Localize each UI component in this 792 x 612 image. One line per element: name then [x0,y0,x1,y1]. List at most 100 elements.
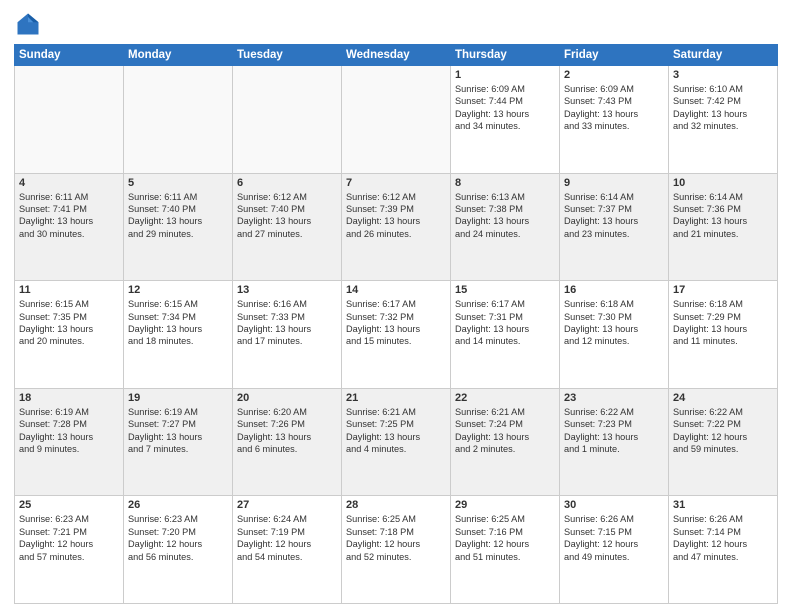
calendar-day-cell: 8 Sunrise: 6:13 AM Sunset: 7:38 PM Daylig… [451,173,560,281]
day-detail: Sunrise: 6:26 AM Sunset: 7:15 PM Dayligh… [564,513,664,563]
calendar-day-cell: 9 Sunrise: 6:14 AM Sunset: 7:37 PM Daylig… [560,173,669,281]
day-detail: Sunrise: 6:26 AM Sunset: 7:14 PM Dayligh… [673,513,773,563]
calendar-day-cell: 29 Sunrise: 6:25 AM Sunset: 7:16 PM Dayli… [451,496,560,604]
day-number: 18 [19,392,119,404]
day-detail: Sunrise: 6:20 AM Sunset: 7:26 PM Dayligh… [237,406,337,456]
day-number: 31 [673,499,773,511]
day-number: 14 [346,284,446,296]
day-detail: Sunrise: 6:17 AM Sunset: 7:32 PM Dayligh… [346,298,446,348]
calendar-day-cell: 25 Sunrise: 6:23 AM Sunset: 7:21 PM Dayli… [15,496,124,604]
day-number: 7 [346,177,446,189]
day-number: 24 [673,392,773,404]
day-number: 30 [564,499,664,511]
day-number: 4 [19,177,119,189]
day-detail: Sunrise: 6:11 AM Sunset: 7:41 PM Dayligh… [19,191,119,241]
day-detail: Sunrise: 6:17 AM Sunset: 7:31 PM Dayligh… [455,298,555,348]
calendar-day-cell: 26Sunrise: 6:23 AM Sunset: 7:20 PM Dayli… [124,496,233,604]
calendar-day-cell [15,66,124,174]
day-number: 12 [128,284,228,296]
day-detail: Sunrise: 6:15 AM Sunset: 7:35 PM Dayligh… [19,298,119,348]
calendar-day-cell: 20 Sunrise: 6:20 AM Sunset: 7:26 PM Dayli… [233,388,342,496]
calendar-day-cell: 30 Sunrise: 6:26 AM Sunset: 7:15 PM Dayli… [560,496,669,604]
calendar-day-cell: 14 Sunrise: 6:17 AM Sunset: 7:32 PM Dayli… [342,281,451,389]
day-detail: Sunrise: 6:09 AM Sunset: 7:44 PM Dayligh… [455,83,555,133]
day-detail: Sunrise: 6:19 AM Sunset: 7:28 PM Dayligh… [19,406,119,456]
day-detail: Sunrise: 6:22 AM Sunset: 7:22 PM Dayligh… [673,406,773,456]
calendar-day-cell: 27Sunrise: 6:24 AM Sunset: 7:19 PM Dayli… [233,496,342,604]
day-number: 27 [237,499,337,511]
calendar-header-row: SundayMondayTuesdayWednesdayThursdayFrid… [15,45,778,66]
calendar-header-cell: Saturday [669,45,778,66]
day-number: 16 [564,284,664,296]
day-number: 5 [128,177,228,189]
calendar-week-row: 1 Sunrise: 6:09 AM Sunset: 7:44 PM Daylig… [15,66,778,174]
calendar-day-cell [233,66,342,174]
day-number: 1 [455,69,555,81]
day-number: 9 [564,177,664,189]
day-number: 20 [237,392,337,404]
day-number: 17 [673,284,773,296]
day-detail: Sunrise: 6:18 AM Sunset: 7:30 PM Dayligh… [564,298,664,348]
header [14,10,778,38]
calendar-day-cell: 13 Sunrise: 6:16 AM Sunset: 7:33 PM Dayli… [233,281,342,389]
day-number: 11 [19,284,119,296]
day-number: 3 [673,69,773,81]
day-detail: Sunrise: 6:10 AM Sunset: 7:42 PM Dayligh… [673,83,773,133]
day-number: 8 [455,177,555,189]
day-detail: Sunrise: 6:09 AM Sunset: 7:43 PM Dayligh… [564,83,664,133]
day-number: 28 [346,499,446,511]
day-detail: Sunrise: 6:25 AM Sunset: 7:18 PM Dayligh… [346,513,446,563]
day-detail: Sunrise: 6:13 AM Sunset: 7:38 PM Dayligh… [455,191,555,241]
day-detail: Sunrise: 6:22 AM Sunset: 7:23 PM Dayligh… [564,406,664,456]
calendar-day-cell: 1 Sunrise: 6:09 AM Sunset: 7:44 PM Daylig… [451,66,560,174]
day-number: 19 [128,392,228,404]
calendar-day-cell: 3 Sunrise: 6:10 AM Sunset: 7:42 PM Daylig… [669,66,778,174]
calendar-table: SundayMondayTuesdayWednesdayThursdayFrid… [14,44,778,604]
logo-icon [14,10,42,38]
calendar-day-cell: 7 Sunrise: 6:12 AM Sunset: 7:39 PM Daylig… [342,173,451,281]
day-detail: Sunrise: 6:21 AM Sunset: 7:25 PM Dayligh… [346,406,446,456]
day-detail: Sunrise: 6:23 AM Sunset: 7:21 PM Dayligh… [19,513,119,563]
calendar-day-cell: 17 Sunrise: 6:18 AM Sunset: 7:29 PM Dayli… [669,281,778,389]
calendar-day-cell: 28 Sunrise: 6:25 AM Sunset: 7:18 PM Dayli… [342,496,451,604]
calendar-day-cell: 18 Sunrise: 6:19 AM Sunset: 7:28 PM Dayli… [15,388,124,496]
calendar-day-cell: 10Sunrise: 6:14 AM Sunset: 7:36 PM Dayli… [669,173,778,281]
calendar-day-cell: 5 Sunrise: 6:11 AM Sunset: 7:40 PM Daylig… [124,173,233,281]
day-detail: Sunrise: 6:16 AM Sunset: 7:33 PM Dayligh… [237,298,337,348]
calendar-day-cell: 21Sunrise: 6:21 AM Sunset: 7:25 PM Dayli… [342,388,451,496]
calendar-header-cell: Sunday [15,45,124,66]
calendar-header-cell: Monday [124,45,233,66]
calendar-day-cell: 22 Sunrise: 6:21 AM Sunset: 7:24 PM Dayli… [451,388,560,496]
calendar-header-cell: Thursday [451,45,560,66]
day-detail: Sunrise: 6:15 AM Sunset: 7:34 PM Dayligh… [128,298,228,348]
day-number: 13 [237,284,337,296]
day-detail: Sunrise: 6:25 AM Sunset: 7:16 PM Dayligh… [455,513,555,563]
calendar-week-row: 18 Sunrise: 6:19 AM Sunset: 7:28 PM Dayli… [15,388,778,496]
day-detail: Sunrise: 6:14 AM Sunset: 7:37 PM Dayligh… [564,191,664,241]
calendar-day-cell: 11 Sunrise: 6:15 AM Sunset: 7:35 PM Dayli… [15,281,124,389]
calendar-header-cell: Wednesday [342,45,451,66]
calendar-day-cell: 31 Sunrise: 6:26 AM Sunset: 7:14 PM Dayli… [669,496,778,604]
day-detail: Sunrise: 6:14 AM Sunset: 7:36 PM Dayligh… [673,191,773,241]
day-detail: Sunrise: 6:11 AM Sunset: 7:40 PM Dayligh… [128,191,228,241]
day-detail: Sunrise: 6:21 AM Sunset: 7:24 PM Dayligh… [455,406,555,456]
day-number: 26 [128,499,228,511]
calendar-day-cell: 24 Sunrise: 6:22 AM Sunset: 7:22 PM Dayli… [669,388,778,496]
calendar-header-cell: Tuesday [233,45,342,66]
day-detail: Sunrise: 6:12 AM Sunset: 7:39 PM Dayligh… [346,191,446,241]
calendar-day-cell: 4 Sunrise: 6:11 AM Sunset: 7:41 PM Daylig… [15,173,124,281]
calendar-day-cell: 12 Sunrise: 6:15 AM Sunset: 7:34 PM Dayli… [124,281,233,389]
day-number: 25 [19,499,119,511]
calendar-week-row: 4 Sunrise: 6:11 AM Sunset: 7:41 PM Daylig… [15,173,778,281]
day-number: 29 [455,499,555,511]
logo [14,10,46,38]
calendar-week-row: 11 Sunrise: 6:15 AM Sunset: 7:35 PM Dayli… [15,281,778,389]
calendar-day-cell: 6Sunrise: 6:12 AM Sunset: 7:40 PM Daylig… [233,173,342,281]
calendar-week-row: 25 Sunrise: 6:23 AM Sunset: 7:21 PM Dayli… [15,496,778,604]
day-number: 22 [455,392,555,404]
calendar-day-cell [124,66,233,174]
day-detail: Sunrise: 6:12 AM Sunset: 7:40 PM Dayligh… [237,191,337,241]
day-detail: Sunrise: 6:18 AM Sunset: 7:29 PM Dayligh… [673,298,773,348]
calendar-day-cell: 16 Sunrise: 6:18 AM Sunset: 7:30 PM Dayli… [560,281,669,389]
day-number: 2 [564,69,664,81]
